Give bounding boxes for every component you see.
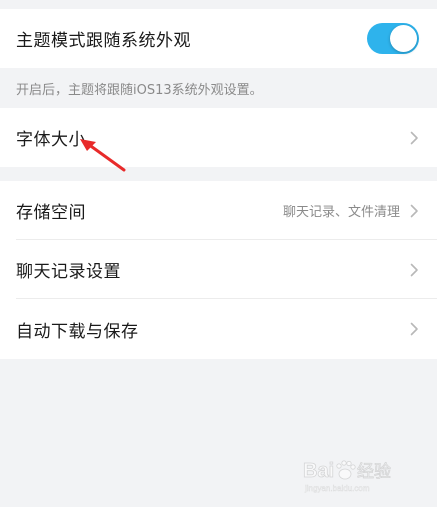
chevron-right-icon bbox=[410, 204, 419, 218]
baidu-jingyan-watermark: Bai 经验 jingyan.baidu.com bbox=[303, 460, 391, 494]
chat-history-row[interactable]: 聊天记录设置 bbox=[0, 240, 437, 299]
chevron-right-icon bbox=[410, 322, 419, 336]
theme-group: 主题模式跟随系统外观 bbox=[0, 9, 437, 68]
svg-text:jingyan.baidu.com: jingyan.baidu.com bbox=[304, 484, 370, 493]
storage-value: 聊天记录、文件清理 bbox=[282, 205, 400, 220]
follow-system-note: 开启后，主题将跟随iOS13系统外观设置。 bbox=[0, 68, 437, 108]
svg-text:Bai: Bai bbox=[303, 460, 334, 482]
auto-download-row[interactable]: 自动下载与保存 bbox=[0, 299, 437, 359]
chat-history-label: 聊天记录设置 bbox=[16, 262, 121, 282]
toggle-knob bbox=[390, 25, 417, 52]
follow-system-label: 主题模式跟随系统外观 bbox=[16, 31, 191, 51]
follow-system-toggle[interactable] bbox=[367, 23, 419, 54]
svg-text:经验: 经验 bbox=[357, 462, 391, 482]
storage-group: 存储空间 聊天记录、文件清理 聊天记录设置 自动下载与保存 bbox=[0, 181, 437, 359]
section-spacer bbox=[0, 167, 437, 181]
red-arrow-annotation-icon bbox=[80, 139, 126, 172]
storage-row[interactable]: 存储空间 聊天记录、文件清理 bbox=[0, 181, 437, 240]
font-group: 字体大小 bbox=[0, 108, 437, 167]
font-size-row[interactable]: 字体大小 bbox=[0, 108, 437, 167]
follow-system-row: 主题模式跟随系统外观 bbox=[0, 9, 437, 68]
chevron-right-icon bbox=[410, 263, 419, 277]
top-gap bbox=[0, 0, 437, 9]
chevron-right-icon bbox=[410, 131, 419, 145]
storage-label: 存储空间 bbox=[16, 203, 86, 223]
font-size-label: 字体大小 bbox=[16, 130, 86, 150]
auto-download-label: 自动下载与保存 bbox=[16, 321, 139, 342]
